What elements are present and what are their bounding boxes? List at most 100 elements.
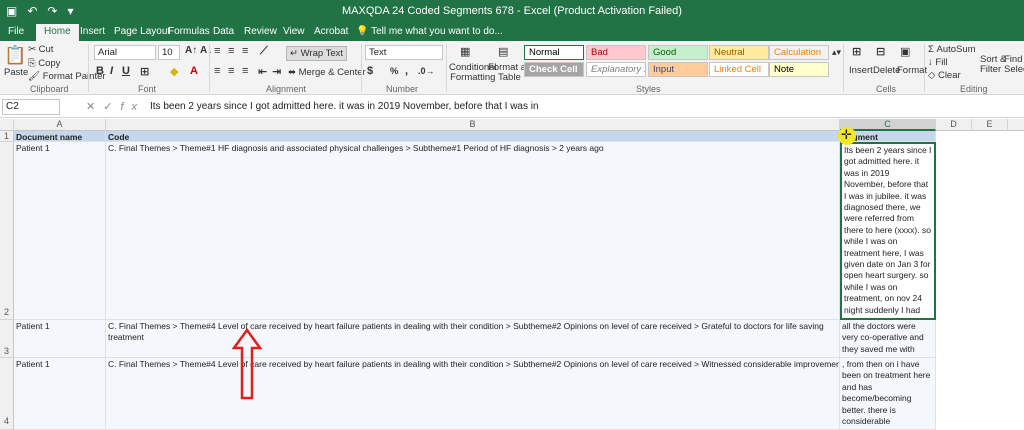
row-header[interactable]: 1	[0, 131, 14, 142]
cell-style-input[interactable]: Input	[648, 62, 708, 77]
table-cell[interactable]: C. Final Themes > Theme#4 Level of care …	[106, 320, 840, 358]
cell-style-explanatory[interactable]: Explanatory ...	[586, 62, 646, 77]
align-center-icon[interactable]: ≡	[228, 65, 234, 77]
format-painter-button[interactable]: 🖌 Format Painter	[28, 71, 106, 82]
currency-icon[interactable]: $	[367, 65, 373, 77]
decrease-indent-icon[interactable]: ⇤	[258, 65, 267, 78]
select-all-corner[interactable]	[0, 119, 14, 131]
cell-style-note[interactable]: Note	[769, 62, 829, 77]
tab-review[interactable]: Review	[244, 26, 277, 37]
red-arrow-annotation	[232, 328, 262, 400]
comma-icon[interactable]: ,	[405, 65, 408, 77]
ribbon: 📋 Paste ✂ Cut ⎘ Copy 🖌 Format Painter Cl…	[0, 41, 1024, 95]
cursor-highlight-icon: ✛	[838, 127, 856, 145]
table-cell[interactable]: , from then on i have been on treatment …	[840, 358, 936, 430]
cell-style-calculation[interactable]: Calculation	[769, 45, 829, 60]
fill-color-icon[interactable]: ◆	[170, 65, 178, 78]
orientation-icon[interactable]: ⟋	[260, 45, 268, 58]
column-header-e[interactable]: E	[972, 119, 1008, 131]
paste-icon[interactable]: 📋	[4, 45, 26, 66]
wrap-text-button[interactable]: ↵ Wrap Text	[286, 46, 348, 61]
align-right-icon[interactable]: ≡	[242, 65, 248, 77]
enter-icon[interactable]: ✓	[103, 101, 120, 113]
cell-style-neutral[interactable]: Neutral	[709, 45, 769, 60]
align-bottom-icon[interactable]: ≡	[242, 45, 248, 57]
table-cell[interactable]: Patient 1	[14, 358, 106, 430]
sort-filter-button[interactable]: Sort & Filter	[980, 55, 1006, 75]
increase-font-icon[interactable]: A↑	[185, 45, 197, 56]
row-header[interactable]: 3	[0, 320, 14, 358]
copy-icon: ⎘	[28, 58, 39, 69]
column-header-a[interactable]: A	[14, 119, 106, 131]
group-separator	[843, 44, 844, 92]
table-cell[interactable]: C. Final Themes > Theme#1 HF diagnosis a…	[106, 142, 840, 320]
number-format-dropdown[interactable]: Text	[365, 45, 443, 60]
clear-button[interactable]: ◇ Clear	[928, 70, 961, 81]
tell-me-box[interactable]: 💡 Tell me what you want to do...	[356, 26, 503, 37]
cancel-icon[interactable]: ✕	[86, 101, 103, 113]
table-cell[interactable]: C. Final Themes > Theme#4 Level of care …	[106, 358, 840, 430]
cell-style-check-cell[interactable]: Check Cell	[524, 62, 584, 77]
align-top-icon[interactable]: ≡	[214, 45, 220, 57]
cell-style-good[interactable]: Good	[648, 45, 708, 60]
conditional-formatting-icon[interactable]: ▦	[460, 45, 470, 58]
column-header-b[interactable]: B	[106, 119, 840, 131]
table-cell[interactable]: Code	[106, 131, 840, 142]
decrease-font-icon[interactable]: A↓	[200, 45, 212, 56]
percent-button[interactable]: %	[390, 66, 398, 77]
format-as-table-icon[interactable]: ▤	[498, 45, 508, 58]
underline-icon[interactable]: U	[122, 65, 130, 77]
format-cells-icon[interactable]: ▣	[900, 45, 910, 58]
autosum-button[interactable]: Σ AutoSum	[928, 44, 976, 55]
tab-formulas[interactable]: Formulas	[168, 26, 210, 37]
increase-decimal-icon[interactable]: .0→	[418, 66, 435, 76]
column-header-c[interactable]: C	[840, 119, 936, 131]
brush-icon: 🖌	[28, 71, 43, 82]
name-box[interactable]: C2	[2, 99, 60, 115]
align-middle-icon[interactable]: ≡	[228, 45, 234, 57]
tab-home[interactable]: Home	[36, 24, 79, 41]
merge-icon: ⬌	[288, 67, 299, 78]
table-cell[interactable]: all the doctors were very co-operative a…	[840, 320, 936, 358]
gallery-scroll-icon[interactable]: ▴▾	[832, 47, 841, 58]
copy-button[interactable]: ⎘ Copy	[28, 58, 60, 69]
align-left-icon[interactable]: ≡	[214, 65, 220, 77]
insert-cells-icon[interactable]: ⊞	[852, 45, 861, 58]
column-header-d[interactable]: D	[936, 119, 972, 131]
merge-center-button[interactable]: ⬌ Merge & Center	[288, 67, 366, 78]
font-name-dropdown[interactable]: Arial	[94, 45, 156, 60]
fill-button[interactable]: ↓ Fill	[928, 57, 948, 68]
cut-button[interactable]: ✂ Cut	[28, 44, 53, 55]
editing-group-label: Editing	[960, 84, 988, 94]
cell-style-bad[interactable]: Bad	[586, 45, 646, 60]
delete-cells-icon[interactable]: ⊟	[876, 45, 885, 58]
bold-icon[interactable]: B	[96, 65, 104, 77]
row-header[interactable]: 4	[0, 358, 14, 430]
tab-acrobat[interactable]: Acrobat	[314, 26, 348, 37]
tab-file[interactable]: File	[8, 26, 24, 37]
font-size-dropdown[interactable]: 10	[158, 45, 180, 60]
find-select-button[interactable]: Find & Select	[1004, 55, 1024, 75]
formula-input[interactable]: Its been 2 years since I got admitted he…	[150, 101, 539, 112]
function-icon[interactable]: fx	[120, 101, 145, 113]
cell-style-normal[interactable]: Normal	[524, 45, 584, 60]
table-cell[interactable]: Patient 1	[14, 320, 106, 358]
paste-button[interactable]: Paste	[4, 67, 28, 78]
clipboard-group-label: Clipboard	[30, 84, 69, 94]
tab-page-layout[interactable]: Page Layout	[114, 26, 170, 37]
tab-view[interactable]: View	[283, 26, 305, 37]
format-cells-button[interactable]: Format	[897, 65, 927, 76]
font-color-icon[interactable]: A	[190, 65, 198, 77]
insert-cells-button[interactable]: Insert	[849, 65, 873, 76]
row-header[interactable]: 2	[0, 142, 14, 320]
table-cell[interactable]: Patient 1	[14, 142, 106, 320]
table-cell[interactable]: Document name	[14, 131, 106, 142]
italic-icon[interactable]: I	[110, 65, 113, 77]
borders-icon[interactable]: ⊞	[140, 65, 149, 78]
increase-indent-icon[interactable]: ⇥	[272, 65, 281, 78]
tab-data[interactable]: Data	[213, 26, 234, 37]
cell-style-linked-cell[interactable]: Linked Cell	[709, 62, 769, 77]
selected-cell[interactable]: Its been 2 years since I got admitted he…	[840, 142, 936, 320]
group-separator	[446, 44, 447, 92]
tab-insert[interactable]: Insert	[80, 26, 105, 37]
